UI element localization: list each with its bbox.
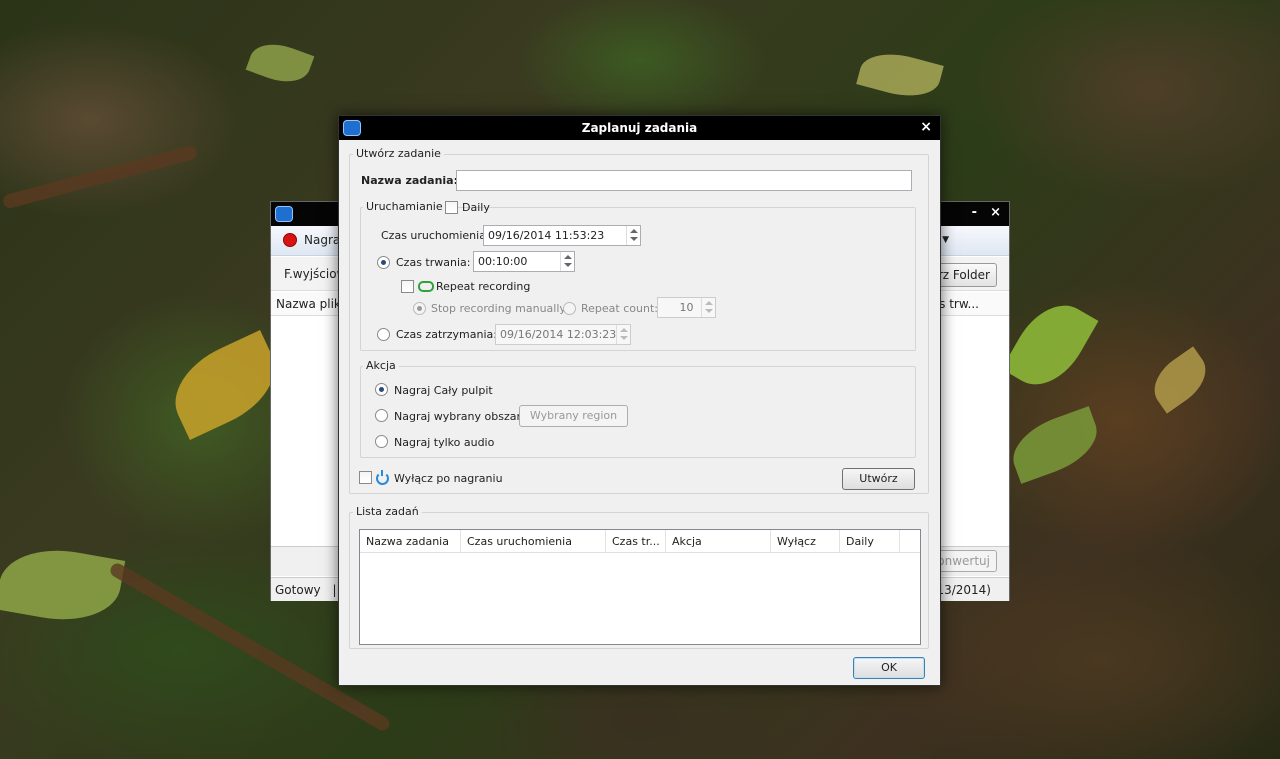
record-audio-label: Nagraj tylko audio [394, 436, 495, 449]
shutdown-label: Wyłącz po nagraniu [394, 472, 503, 485]
repeat-recording-checkbox[interactable] [401, 280, 414, 293]
status-ready: Gotowy [275, 583, 321, 597]
stop-time-input[interactable]: 09/16/2014 12:03:23 [495, 324, 631, 345]
task-name-input[interactable] [456, 170, 912, 191]
daily-label: Daily [462, 201, 490, 214]
record-desktop-radio[interactable] [375, 383, 388, 396]
repeat-recording-label: Repeat recording [436, 280, 531, 293]
column-duration[interactable]: Czas tr... [606, 530, 666, 553]
launch-legend: Uruchamianie [363, 200, 446, 213]
start-time-label: Czas uruchomienia: [381, 229, 490, 242]
stop-time-radio[interactable] [377, 328, 390, 341]
column-task-name[interactable]: Nazwa zadania [360, 530, 461, 553]
dialog-title: Zaplanuj zadania [581, 121, 698, 135]
background-leaf [0, 540, 126, 630]
record-desktop-label: Nagraj Cały pulpit [394, 384, 493, 397]
duration-label: Czas trwania: [396, 256, 471, 269]
status-separator: | [332, 583, 337, 597]
duration-spinner[interactable] [560, 252, 574, 271]
task-list-header: Nazwa zadania Czas uruchomienia Czas tr.… [360, 530, 920, 553]
background-leaf [245, 35, 315, 91]
shutdown-checkbox[interactable] [359, 471, 372, 484]
stop-time-label: Czas zatrzymania: [396, 328, 497, 341]
start-time-spinner[interactable] [626, 226, 640, 245]
stop-manually-label: Stop recording manually [431, 302, 566, 315]
column-shutdown[interactable]: Wyłącz [771, 530, 840, 553]
task-name-label: Nazwa zadania: [361, 174, 458, 187]
record-icon [283, 233, 297, 247]
record-audio-radio[interactable] [375, 435, 388, 448]
repeat-count-spinner[interactable] [701, 298, 715, 317]
column-action[interactable]: Akcja [666, 530, 771, 553]
start-time-input[interactable]: 09/16/2014 11:53:23 [483, 225, 641, 246]
schedule-tasks-dialog: Zaplanuj zadania × Utwórz zadanie Nazwa … [338, 115, 941, 686]
select-region-button[interactable]: Wybrany region [519, 405, 628, 427]
status-text: Gotowy | [275, 583, 336, 597]
column-start-time[interactable]: Czas uruchomienia [461, 530, 606, 553]
camera-icon [275, 206, 293, 222]
column-daily[interactable]: Daily [840, 530, 900, 553]
minimize-button[interactable]: - [972, 205, 977, 220]
repeat-count-radio[interactable] [563, 302, 576, 315]
power-icon [376, 470, 389, 485]
column-duration[interactable]: s trw... [939, 297, 979, 311]
repeat-icon [418, 281, 434, 292]
create-task-legend: Utwórz zadanie [353, 147, 444, 160]
ok-button[interactable]: OK [853, 657, 925, 679]
repeat-count-label: Repeat count: [581, 302, 658, 315]
action-legend: Akcja [363, 359, 399, 372]
background-leaf [1004, 406, 1106, 484]
stop-time-spinner[interactable] [616, 325, 630, 344]
dialog-close-button[interactable]: × [920, 119, 932, 135]
chevron-down-icon[interactable]: ▼ [942, 235, 949, 245]
task-list-table[interactable]: Nazwa zadania Czas uruchomienia Czas tr.… [359, 529, 921, 645]
duration-radio[interactable] [377, 256, 390, 269]
task-list-legend: Lista zadań [353, 505, 422, 518]
create-task-button[interactable]: Utwórz [842, 468, 915, 490]
record-region-label: Nagraj wybrany obszar [394, 410, 521, 423]
background-leaf [1001, 291, 1099, 399]
dialog-titlebar: Zaplanuj zadania × [339, 116, 940, 140]
background-twig [1, 144, 199, 210]
close-button[interactable]: × [990, 205, 1001, 220]
record-region-radio[interactable] [375, 409, 388, 422]
daily-checkbox[interactable] [445, 201, 458, 214]
background-leaf [856, 45, 944, 105]
stop-manually-radio[interactable] [413, 302, 426, 315]
launch-legend-text: Uruchamianie [366, 200, 443, 213]
background-leaf [1143, 346, 1217, 414]
